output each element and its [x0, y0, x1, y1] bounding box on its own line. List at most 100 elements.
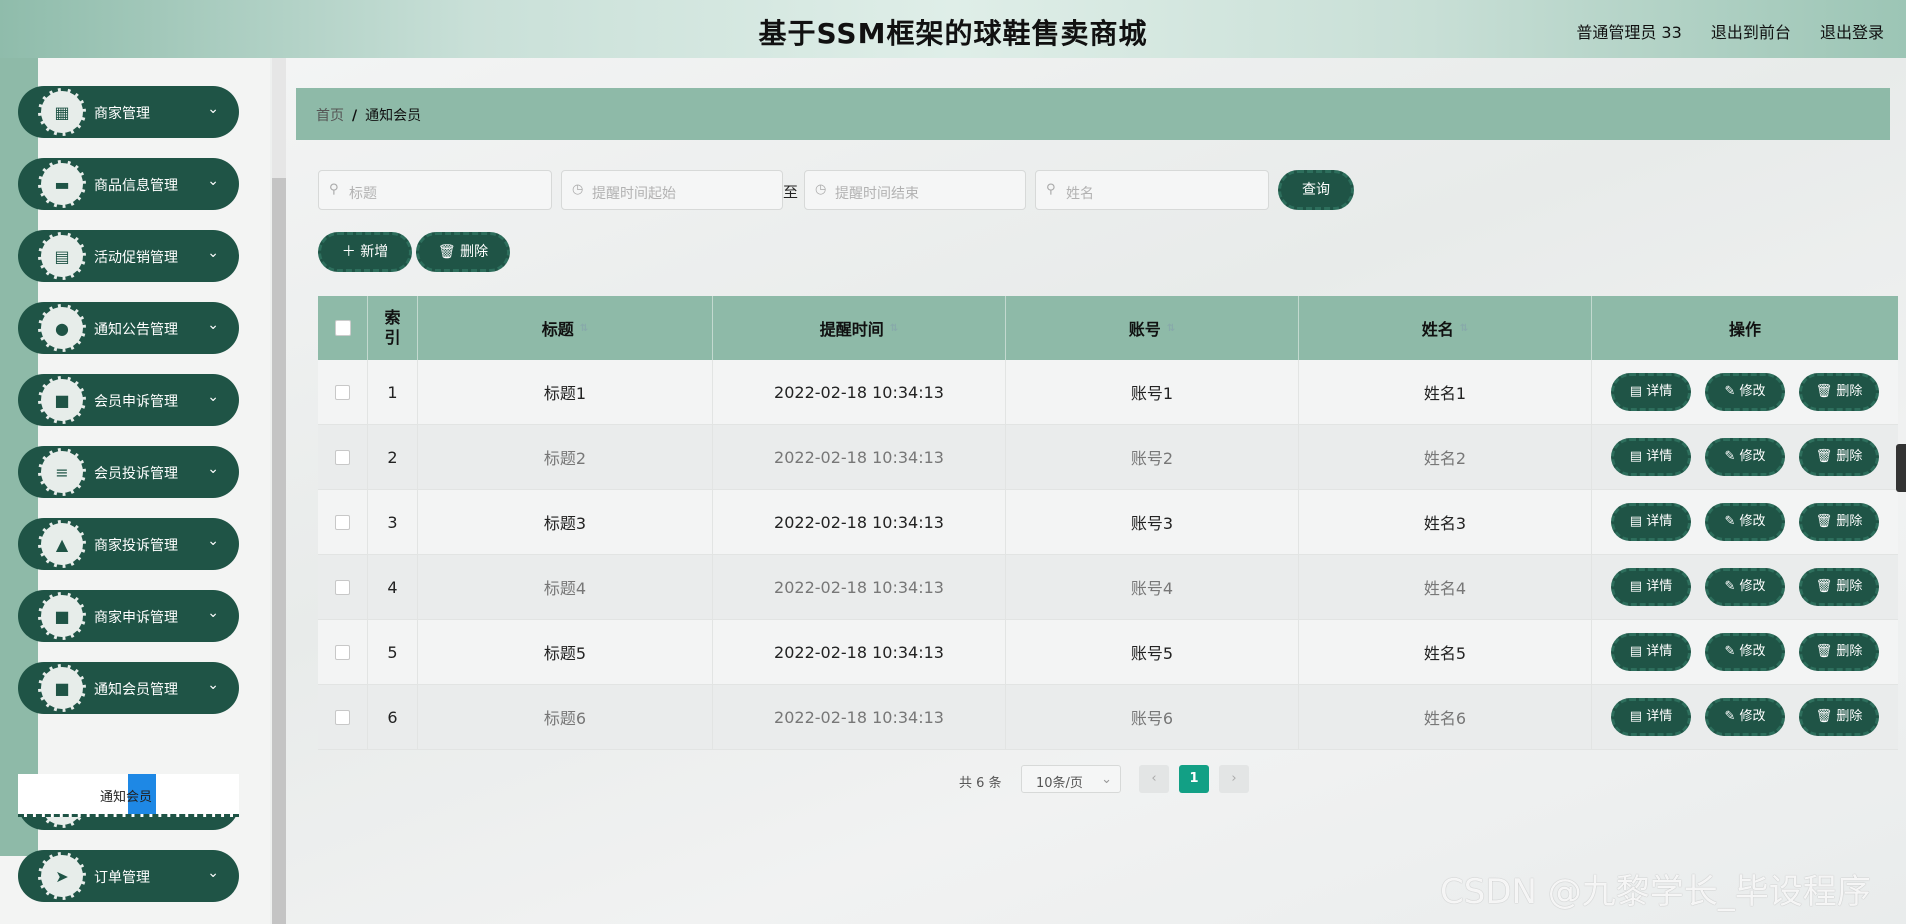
- row-checkbox[interactable]: [335, 644, 350, 660]
- detail-label: 详情: [1646, 644, 1673, 659]
- sidebar-item-8[interactable]: ■ 商家申诉管理 ⌄: [18, 590, 239, 642]
- edit-button[interactable]: ✎ 修改: [1705, 373, 1785, 411]
- header-account-label: 账号: [1128, 320, 1161, 339]
- cell-ops: ▤ 详情 ✎ 修改 🗑︎ 删除: [1592, 555, 1898, 619]
- query-button[interactable]: 查询: [1278, 170, 1354, 210]
- sidebar-scrollbar[interactable]: [272, 58, 286, 924]
- back-to-front-link[interactable]: 退出到前台: [1711, 23, 1791, 42]
- query-button-label: 查询: [1302, 182, 1330, 198]
- sidebar-item-label: 活动促销管理: [94, 250, 178, 266]
- sidebar-item-4[interactable]: ● 通知公告管理 ⌄: [18, 302, 239, 354]
- row-checkbox[interactable]: [335, 579, 350, 595]
- logout-link[interactable]: 退出登录: [1820, 23, 1884, 42]
- chevron-down-icon: ⌄: [207, 677, 219, 693]
- detail-button[interactable]: ▤ 详情: [1611, 698, 1691, 736]
- header-account[interactable]: 账号 ⇅: [1006, 296, 1299, 360]
- header-time-label: 提醒时间: [819, 320, 884, 339]
- add-button[interactable]: ＋ 新增: [318, 232, 412, 272]
- detail-label: 详情: [1646, 579, 1673, 594]
- sidebar-item-1[interactable]: ▦ 商家管理 ⌄: [18, 86, 239, 138]
- row-select-cell: [318, 685, 368, 749]
- row-checkbox[interactable]: [335, 384, 350, 400]
- chevron-down-icon: ⌄: [207, 245, 219, 261]
- edit-button[interactable]: ✎ 修改: [1705, 503, 1785, 541]
- delete-button[interactable]: 🗑︎ 删除: [1799, 503, 1879, 541]
- document-icon: ▤: [1629, 709, 1643, 724]
- header-name[interactable]: 姓名 ⇅: [1299, 296, 1592, 360]
- cell-title: 标题4: [418, 555, 713, 619]
- cell-index: 5: [368, 620, 418, 684]
- chevron-down-icon: ⌄: [207, 533, 219, 549]
- detail-button[interactable]: ▤ 详情: [1611, 633, 1691, 671]
- sort-icon[interactable]: ⇅: [1460, 323, 1468, 334]
- edit-button[interactable]: ✎ 修改: [1705, 438, 1785, 476]
- breadcrumb-home[interactable]: 首页: [316, 108, 344, 124]
- name-search-input[interactable]: ⚲ 姓名: [1035, 170, 1269, 210]
- delete-label: 删除: [1836, 709, 1863, 724]
- delete-button[interactable]: 🗑︎ 删除: [1799, 438, 1879, 476]
- delete-button[interactable]: 🗑︎ 删除: [1799, 633, 1879, 671]
- clock-icon: ◷: [572, 182, 584, 197]
- delete-label: 删除: [1836, 514, 1863, 529]
- detail-button[interactable]: ▤ 详情: [1611, 568, 1691, 606]
- cell-ops: ▤ 详情 ✎ 修改 🗑︎ 删除: [1592, 685, 1898, 749]
- document-icon: ▤: [1629, 449, 1643, 464]
- end-time-input[interactable]: ◷ 提醒时间结束: [804, 170, 1026, 210]
- chevron-down-icon: ⌄: [207, 605, 219, 621]
- delete-button[interactable]: 🗑︎ 删除: [1799, 568, 1879, 606]
- cell-name: 姓名4: [1299, 555, 1592, 619]
- row-checkbox[interactable]: [335, 709, 350, 725]
- sidebar-item-6[interactable]: ≡ 会员投诉管理 ⌄: [18, 446, 239, 498]
- edit-button[interactable]: ✎ 修改: [1705, 568, 1785, 606]
- sidebar-item-label: 商品信息管理: [94, 178, 178, 194]
- delete-button[interactable]: 🗑︎ 删除: [1799, 373, 1879, 411]
- edit-button[interactable]: ✎ 修改: [1705, 698, 1785, 736]
- header-time[interactable]: 提醒时间 ⇅: [713, 296, 1006, 360]
- row-checkbox[interactable]: [335, 514, 350, 530]
- header-title[interactable]: 标题 ⇅: [418, 296, 713, 360]
- sidebar-item-label: 订单管理: [94, 870, 150, 886]
- cell-account: 账号3: [1006, 490, 1299, 554]
- row-checkbox[interactable]: [335, 449, 350, 465]
- sidebar-item-7[interactable]: ▲ 商家投诉管理 ⌄: [18, 518, 239, 570]
- sidebar-scrollbar-thumb[interactable]: [272, 178, 286, 924]
- cell-index: 1: [368, 360, 418, 424]
- trash-icon: 🗑︎: [1815, 579, 1833, 594]
- detail-button[interactable]: ▤ 详情: [1611, 373, 1691, 411]
- sort-icon[interactable]: ⇅: [580, 323, 588, 334]
- submenu-notify-member[interactable]: 通知会员: [18, 774, 239, 817]
- sidebar-item-5[interactable]: ■ 会员申诉管理 ⌄: [18, 374, 239, 426]
- select-all-checkbox[interactable]: [334, 320, 351, 336]
- apps-icon: ■: [38, 376, 86, 424]
- sort-icon[interactable]: ⇅: [1167, 323, 1175, 334]
- sidebar-item-label: 商家投诉管理: [94, 538, 178, 554]
- start-time-input[interactable]: ◷ 提醒时间起始: [561, 170, 783, 210]
- prev-page-button[interactable]: ‹: [1139, 765, 1169, 793]
- table-row: 1 标题1 2022-02-18 10:34:13 账号1 姓名1 ▤ 详情 ✎ 修改 🗑︎ …: [318, 360, 1898, 425]
- cell-time: 2022-02-18 10:34:13: [713, 555, 1006, 619]
- sort-icon[interactable]: ⇅: [890, 323, 898, 334]
- page-scroll-handle[interactable]: [1896, 444, 1906, 492]
- table-row: 5 标题5 2022-02-18 10:34:13 账号5 姓名5 ▤ 详情 ✎ 修改 🗑︎ …: [318, 620, 1898, 685]
- edit-button[interactable]: ✎ 修改: [1705, 633, 1785, 671]
- batch-delete-button[interactable]: 🗑︎ 删除: [416, 232, 510, 272]
- cell-ops: ▤ 详情 ✎ 修改 🗑︎ 删除: [1592, 360, 1898, 424]
- main-content: 首页 / 通知会员 ⚲ 标题 ◷ 提醒时间起始 至 ◷ 提醒时间结束 ⚲ 姓名 查询…: [286, 58, 1906, 924]
- page-size-select[interactable]: 10条/页 ⌄: [1021, 765, 1121, 793]
- cell-ops: ▤ 详情 ✎ 修改 🗑︎ 删除: [1592, 425, 1898, 489]
- cell-name: 姓名5: [1299, 620, 1592, 684]
- page-number-current[interactable]: 1: [1179, 765, 1209, 793]
- sidebar-item-3[interactable]: ▤ 活动促销管理 ⌄: [18, 230, 239, 282]
- sidebar-item-2[interactable]: ▬ 商品信息管理 ⌄: [18, 158, 239, 210]
- title-search-input[interactable]: ⚲ 标题: [318, 170, 552, 210]
- sidebar-item-11[interactable]: ➤ 订单管理 ⌄: [18, 850, 239, 902]
- delete-button[interactable]: 🗑︎ 删除: [1799, 698, 1879, 736]
- title-search-placeholder: 标题: [349, 186, 377, 202]
- detail-button[interactable]: ▤ 详情: [1611, 438, 1691, 476]
- sidebar-item-9[interactable]: ■ 通知会员管理 ⌄: [18, 662, 239, 714]
- delete-label: 删除: [1836, 644, 1863, 659]
- add-button-label: 新增: [360, 244, 389, 260]
- next-page-button[interactable]: ›: [1219, 765, 1249, 793]
- detail-button[interactable]: ▤ 详情: [1611, 503, 1691, 541]
- edit-icon: ✎: [1724, 384, 1736, 399]
